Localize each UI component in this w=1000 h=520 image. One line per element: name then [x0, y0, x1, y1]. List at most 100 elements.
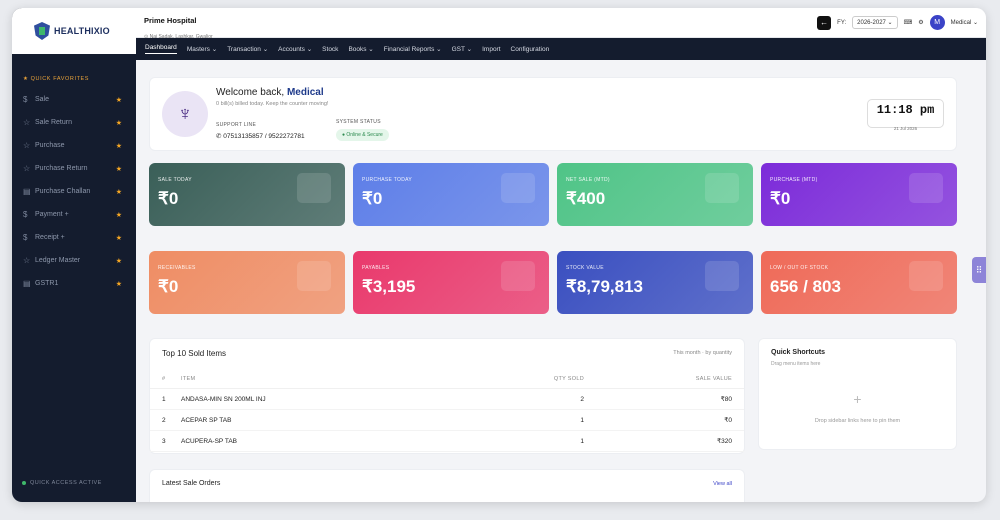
sidebar-item-label: Payment + — [35, 211, 69, 218]
table-row[interactable]: 1 ANDASA-MIN SN 200ML INJ 2 ₹80 — [150, 389, 744, 410]
card-decoration-icon — [909, 261, 943, 291]
sidebar-item-icon: ☆ — [23, 164, 31, 173]
stat-card-value: ₹8,79,813 — [566, 277, 643, 296]
nav-item[interactable]: Import — [482, 46, 500, 53]
hospital-name: Prime Hospital — [144, 16, 197, 25]
sidebar-item[interactable]: ☆ Purchase ★ — [12, 134, 136, 157]
keyboard-icon[interactable]: ⌨ — [904, 19, 913, 26]
stat-card[interactable]: NET SALE (MTD) ₹400 — [557, 163, 753, 226]
view-all-link[interactable]: View all — [713, 481, 732, 487]
stat-card[interactable]: SALE TODAY ₹0 — [149, 163, 345, 226]
fy-select[interactable]: 2026-2027 ⌄ — [852, 16, 898, 29]
star-icon[interactable]: ★ — [116, 257, 122, 265]
sidebar-item[interactable]: ☆ Sale Return ★ — [12, 111, 136, 134]
sidebar-item-icon: $ — [23, 233, 28, 242]
stat-card-value: ₹0 — [770, 189, 791, 208]
sidebar-item[interactable]: ☆ Ledger Master ★ — [12, 249, 136, 272]
user-menu[interactable]: Medical ⌄ — [951, 19, 978, 26]
quick-favorites-label: ★ QUICK FAVORITES — [23, 76, 90, 82]
stat-card[interactable]: STOCK VALUE ₹8,79,813 — [557, 251, 753, 314]
nav-item[interactable]: Masters ⌄ — [187, 45, 217, 53]
sidebar-item-icon: ☆ — [23, 256, 31, 265]
sidebar-item[interactable]: $ Receipt + ★ — [12, 226, 136, 249]
sidebar-item-icon: ☆ — [23, 141, 31, 150]
stat-card-label: STOCK VALUE — [566, 265, 604, 271]
nav-item[interactable]: Accounts ⌄ — [278, 45, 312, 53]
star-icon[interactable]: ★ — [116, 165, 122, 173]
table-header: # ITEM QTY SOLD SALE VALUE — [150, 369, 744, 389]
nav-item[interactable]: Financial Reports ⌄ — [384, 45, 442, 53]
star-icon[interactable]: ★ — [116, 96, 122, 104]
avatar[interactable]: M — [929, 15, 945, 30]
shortcuts-title: Quick Shortcuts — [771, 349, 826, 356]
table-row[interactable]: 2 ACEPAR SP TAB 1 ₹0 — [150, 410, 744, 431]
sidebar-item[interactable]: ☆ Purchase Return ★ — [12, 157, 136, 180]
star-icon[interactable]: ★ — [116, 280, 122, 288]
stat-card[interactable]: LOW / OUT OF STOCK 656 / 803 — [761, 251, 957, 314]
sidebar-item[interactable]: $ Sale ★ — [12, 88, 136, 111]
star-icon[interactable]: ★ — [116, 234, 122, 242]
card-decoration-icon — [297, 261, 331, 291]
latest-orders-title: Latest Sale Orders — [162, 480, 221, 487]
nav-item[interactable]: Dashboard — [145, 44, 177, 54]
quick-access-label: QUICK ACCESS ACTIVE — [30, 480, 102, 486]
star-icon[interactable]: ★ — [116, 119, 122, 127]
main-nav: Dashboard Masters ⌄ Transaction ⌄ Accounts … — [136, 38, 986, 60]
nav-item[interactable]: Stock — [322, 46, 338, 53]
apps-grid-icon[interactable]: ⠿ — [972, 257, 986, 283]
stat-card[interactable]: RECEIVABLES ₹0 — [149, 251, 345, 314]
nav-item[interactable]: Configuration — [511, 46, 550, 53]
sidebar-item-label: Purchase Challan — [35, 188, 91, 195]
clock-date: 21 Jul 2026 — [893, 126, 918, 131]
stat-card-label: PURCHASE TODAY — [362, 177, 413, 183]
sidebar-item-label: Purchase — [35, 142, 65, 149]
welcome-subtitle: 0 bill(s) billed today. Keep the counter… — [216, 101, 329, 107]
status-badge: ● Online & Secure — [336, 129, 389, 141]
stat-card-value: ₹0 — [158, 277, 179, 296]
latest-orders-panel: Latest Sale Orders View all — [149, 469, 745, 502]
sidebar-item-label: Purchase Return — [35, 165, 88, 172]
sidebar-item[interactable]: ▤ Purchase Challan ★ — [12, 180, 136, 203]
stat-card-label: LOW / OUT OF STOCK — [770, 265, 829, 271]
gear-icon[interactable]: ⚙ — [918, 19, 923, 26]
welcome-title: Welcome back, Medical — [216, 87, 324, 98]
clock-time: 11:18 pm — [876, 103, 935, 117]
shield-logo-icon — [34, 22, 50, 40]
star-icon[interactable]: ★ — [116, 142, 122, 150]
nav-item[interactable]: GST ⌄ — [452, 45, 473, 53]
support-phone: ✆ 07513135857 / 9522272781 — [216, 133, 305, 140]
sidebar-item[interactable]: ▤ GSTR1 ★ — [12, 272, 136, 295]
sidebar-item-icon: ▤ — [23, 279, 31, 288]
card-decoration-icon — [501, 173, 535, 203]
card-decoration-icon — [909, 173, 943, 203]
stat-card-label: SALE TODAY — [158, 177, 192, 183]
sidebar-item[interactable]: $ Payment + ★ — [12, 203, 136, 226]
drop-zone-hint[interactable]: Drop sidebar links here to pin them — [759, 418, 956, 424]
star-icon[interactable]: ★ — [116, 188, 122, 196]
welcome-user: Medical — [286, 87, 324, 98]
card-decoration-icon — [501, 261, 535, 291]
brand-name: HEALTHIXIO — [54, 26, 110, 36]
table-row[interactable]: 3 ACUPERA-SP TAB 1 ₹320 — [150, 431, 744, 452]
top-items-title: Top 10 Sold Items — [162, 349, 227, 358]
fy-label: FY: — [837, 19, 847, 26]
sidebar: HEALTHIXIO ★ QUICK FAVORITES $ Sale ★ ☆ S… — [12, 8, 136, 502]
support-line-label: SUPPORT LINE — [216, 122, 257, 128]
back-button[interactable]: ← — [817, 15, 832, 30]
stat-card-value: ₹400 — [566, 189, 606, 208]
quick-shortcuts-panel: Quick Shortcuts Drag menu items here + D… — [758, 338, 957, 450]
sidebar-item-label: Receipt + — [35, 234, 65, 241]
stat-card[interactable]: PURCHASE (MTD) ₹0 — [761, 163, 957, 226]
nav-item[interactable]: Transaction ⌄ — [227, 45, 268, 53]
stat-card-value: ₹3,195 — [362, 277, 416, 296]
nav-item[interactable]: Books ⌄ — [348, 45, 373, 53]
brand-logo[interactable]: HEALTHIXIO — [12, 8, 136, 54]
app-window: HEALTHIXIO ★ QUICK FAVORITES $ Sale ★ ☆ S… — [12, 8, 986, 502]
stat-card-label: NET SALE (MTD) — [566, 177, 610, 183]
sidebar-item-icon: ☆ — [23, 118, 31, 127]
star-icon[interactable]: ★ — [116, 211, 122, 219]
stat-card[interactable]: PAYABLES ₹3,195 — [353, 251, 549, 314]
plus-icon[interactable]: + — [759, 391, 956, 407]
stat-card[interactable]: PURCHASE TODAY ₹0 — [353, 163, 549, 226]
shortcuts-subtitle: Drag menu items here — [771, 361, 821, 367]
